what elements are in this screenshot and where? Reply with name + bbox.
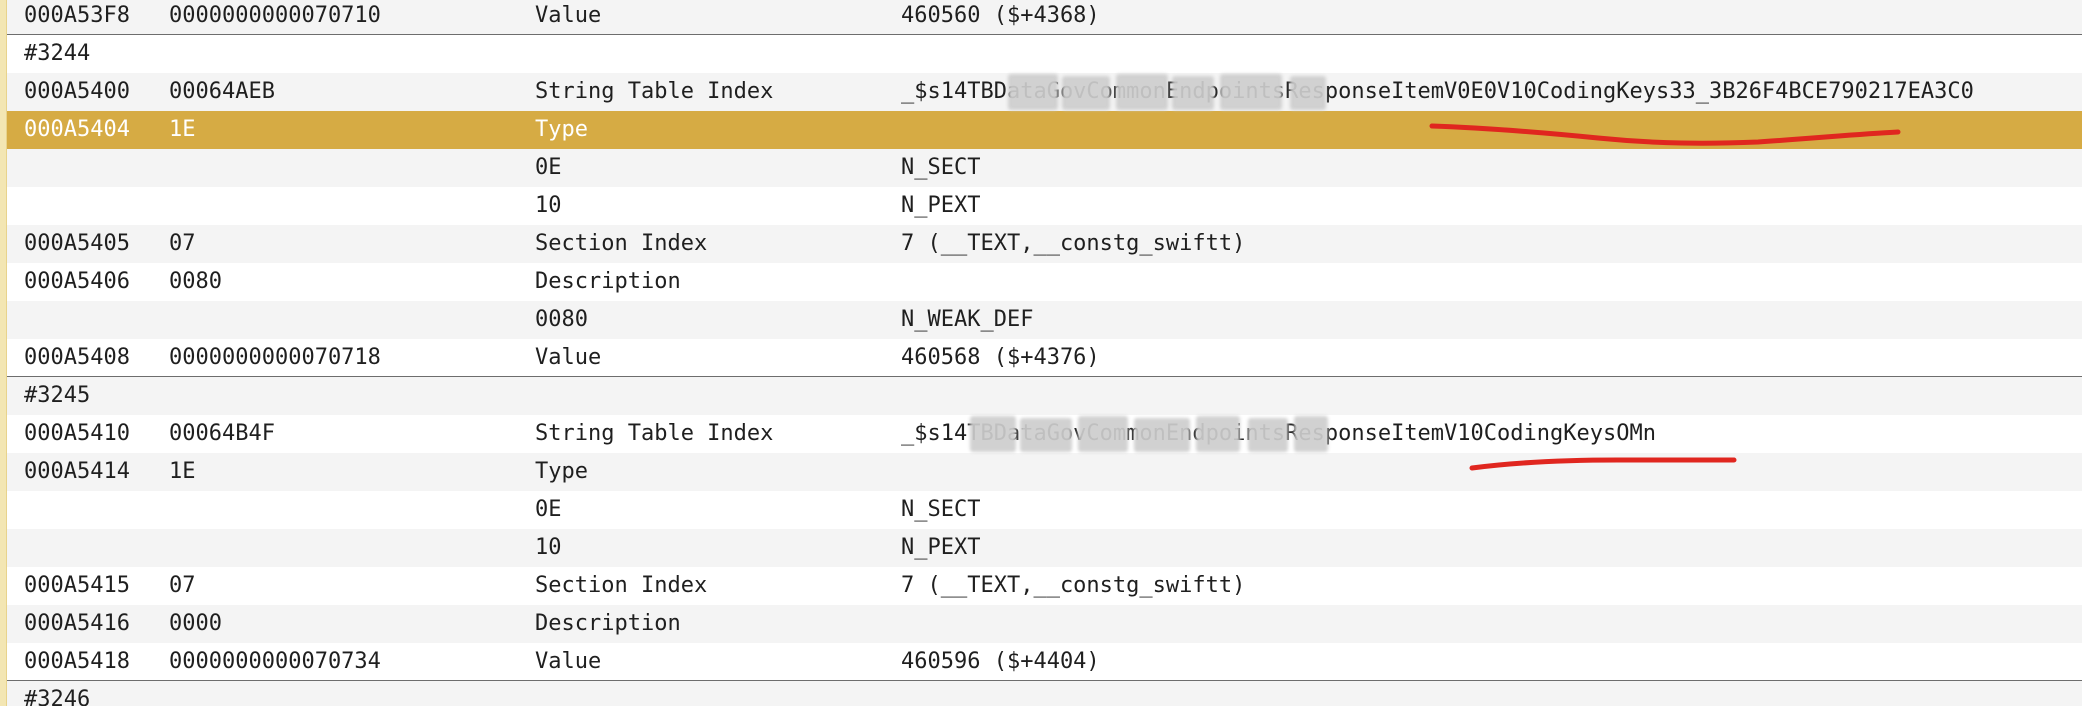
description-cell: Type [535, 459, 588, 484]
symbol-index-label: #3245 [24, 383, 91, 408]
data-cell: 00064B4F [169, 421, 275, 446]
offset-cell: 000A5418 [24, 649, 130, 674]
privacy-blur-patch [1020, 418, 1072, 452]
value-cell: 7 (__TEXT,__constg_swiftt) [901, 231, 1246, 256]
value-cell: N_PEXT [901, 193, 981, 218]
table-row[interactable]: 000A5414 1E Type [0, 453, 2082, 491]
data-cell: 0000000000070734 [169, 649, 381, 674]
privacy-blur-patch [1078, 416, 1128, 452]
table-row[interactable]: 10 N_PEXT [0, 529, 2082, 567]
offset-cell: 000A5415 [24, 573, 130, 598]
description-cell: Value [535, 3, 602, 28]
data-cell: 0000000000070710 [169, 3, 381, 28]
data-cell: 07 [169, 573, 196, 598]
privacy-blur-patch [1134, 418, 1190, 452]
table-row[interactable]: 0E N_SECT [0, 491, 2082, 529]
data-cell: 0000 [169, 611, 222, 636]
offset-cell: 000A5414 [24, 459, 130, 484]
description-cell: 0E [535, 497, 562, 522]
value-cell: 460568 ($+4376) [901, 345, 1100, 370]
description-cell: 10 [535, 193, 562, 218]
table-row[interactable]: 000A5406 0080 Description [0, 263, 2082, 301]
data-cell: 00064AEB [169, 79, 275, 104]
table-row[interactable]: 000A53F8 0000000000070710 Value 460560 (… [0, 0, 2082, 35]
privacy-blur-patch [1062, 76, 1110, 110]
privacy-blur-patch [1248, 418, 1288, 452]
privacy-blur-patch [1220, 74, 1282, 110]
privacy-blur-patch [1196, 416, 1240, 452]
privacy-blur-patch [1290, 76, 1326, 110]
description-cell: Value [535, 345, 602, 370]
value-cell: 460560 ($+4368) [901, 3, 1100, 28]
data-cell: 07 [169, 231, 196, 256]
value-cell: N_SECT [901, 497, 981, 522]
symbol-group-row[interactable]: #3244 [0, 35, 2082, 73]
offset-cell: 000A5410 [24, 421, 130, 446]
value-cell: 460596 ($+4404) [901, 649, 1100, 674]
table-row[interactable]: 10 N_PEXT [0, 187, 2082, 225]
symbol-index-label: #3246 [24, 687, 91, 706]
table-row[interactable]: 000A5415 07 Section Index 7 (__TEXT,__co… [0, 567, 2082, 605]
symbol-index-label: #3244 [24, 41, 91, 66]
offset-cell: 000A5408 [24, 345, 130, 370]
window-left-edge [0, 0, 7, 706]
privacy-blur-patch [970, 416, 1016, 452]
description-cell: Section Index [535, 573, 708, 598]
privacy-blur-patch [1008, 74, 1058, 110]
description-cell: 0E [535, 155, 562, 180]
offset-cell: 000A5405 [24, 231, 130, 256]
table-row[interactable]: 000A5408 0000000000070718 Value 460568 (… [0, 339, 2082, 377]
description-cell: Section Index [535, 231, 708, 256]
offset-cell: 000A5404 [24, 117, 130, 142]
privacy-blur-patch [1294, 416, 1328, 452]
description-cell: 0080 [535, 307, 588, 332]
description-cell: String Table Index [535, 421, 774, 446]
description-cell: Description [535, 611, 681, 636]
data-cell: 0000000000070718 [169, 345, 381, 370]
description-cell: 10 [535, 535, 562, 560]
offset-cell: 000A53F8 [24, 3, 130, 28]
description-cell: Type [535, 117, 588, 142]
value-cell: N_WEAK_DEF [901, 307, 1034, 332]
value-cell: 7 (__TEXT,__constg_swiftt) [901, 573, 1246, 598]
data-cell: 1E [169, 117, 196, 142]
table-row[interactable]: 000A5416 0000 Description [0, 605, 2082, 643]
table-row[interactable]: 000A5418 0000000000070734 Value 460596 (… [0, 643, 2082, 681]
description-cell: Description [535, 269, 681, 294]
offset-cell: 000A5406 [24, 269, 130, 294]
symbol-group-row[interactable]: #3245 [0, 377, 2082, 415]
table-row[interactable]: 000A5405 07 Section Index 7 (__TEXT,__co… [0, 225, 2082, 263]
data-cell: 0080 [169, 269, 222, 294]
table-row[interactable]: 0080 N_WEAK_DEF [0, 301, 2082, 339]
offset-cell: 000A5400 [24, 79, 130, 104]
symbol-group-row[interactable]: #3246 [0, 681, 2082, 706]
value-cell: N_PEXT [901, 535, 981, 560]
data-cell: 1E [169, 459, 196, 484]
table-row-selected[interactable]: 000A5404 1E Type [0, 111, 2082, 149]
offset-cell: 000A5416 [24, 611, 130, 636]
privacy-blur-patch [1116, 74, 1168, 110]
description-cell: Value [535, 649, 602, 674]
description-cell: String Table Index [535, 79, 774, 104]
value-cell: N_SECT [901, 155, 981, 180]
privacy-blur-patch [1172, 76, 1214, 110]
table-row[interactable]: 0E N_SECT [0, 149, 2082, 187]
